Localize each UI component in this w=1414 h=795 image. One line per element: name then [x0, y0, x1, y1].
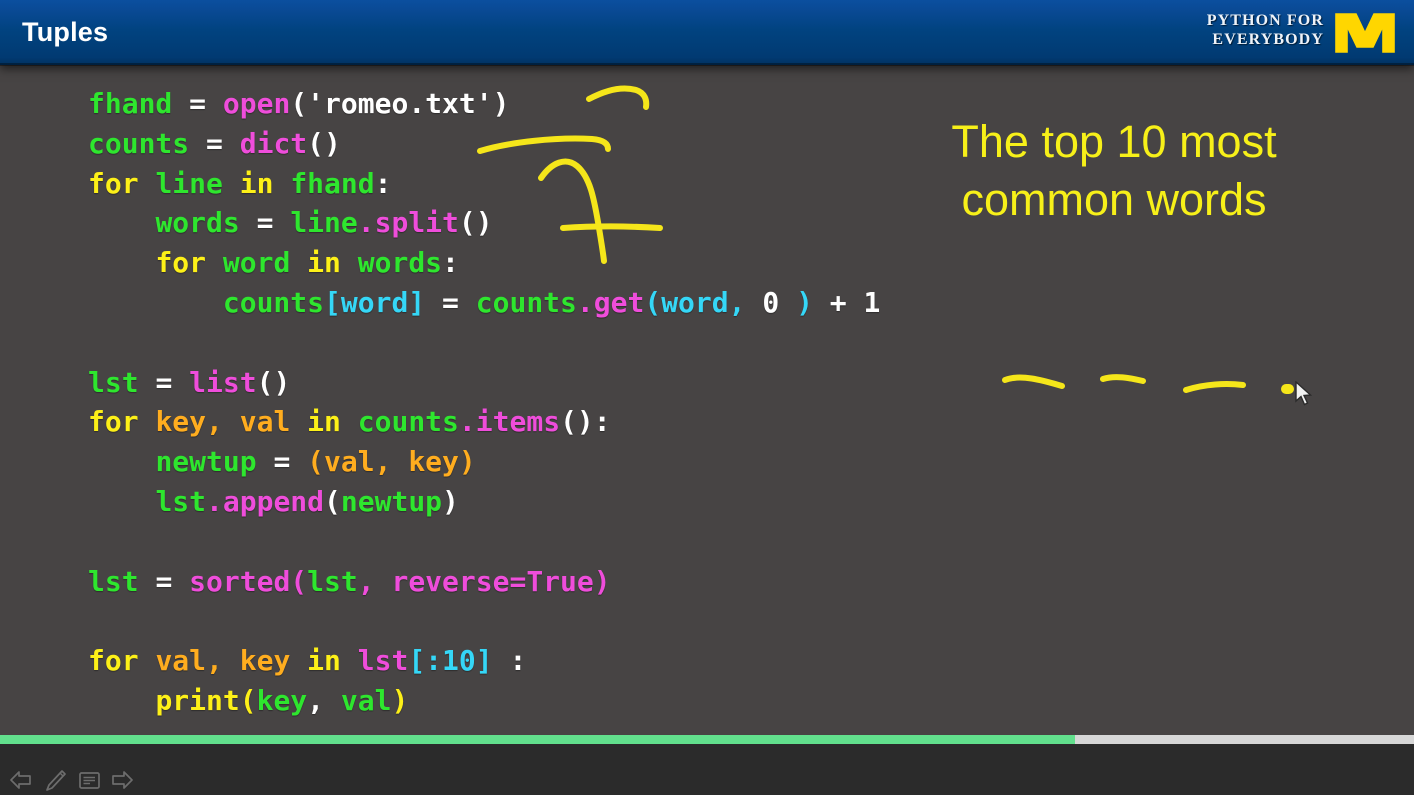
brand-wordmark: PYTHON FOR EVERYBODY — [1207, 12, 1324, 50]
brand-line-2: EVERYBODY — [1212, 30, 1324, 48]
pencil-icon[interactable] — [42, 768, 69, 792]
page-title: Tuples — [22, 17, 109, 47]
ink-annotation-layer — [477, 85, 1294, 394]
brand-line-1: PYTHON FOR — [1206, 12, 1324, 29]
title-bar-shadow — [0, 63, 1414, 66]
mouse-cursor-icon — [1295, 381, 1313, 406]
note-icon[interactable] — [76, 768, 103, 792]
slide-footer — [0, 735, 1414, 795]
michigan-m-logo-icon — [1335, 13, 1395, 53]
dash-3 — [1183, 381, 1246, 393]
dash-1 — [1002, 374, 1065, 389]
progress-fill — [0, 735, 1075, 744]
arrow-left-icon[interactable] — [8, 768, 35, 792]
underline-under-dict — [477, 135, 611, 154]
arrow-right-icon[interactable] — [110, 768, 137, 792]
hook-curve-split — [538, 158, 607, 264]
slide-canvas: Tuples PYTHON FOR EVERYBODY fhand = open… — [0, 0, 1414, 795]
dash-2 — [1100, 374, 1146, 384]
slide-toolbar — [8, 768, 137, 792]
slide-title-bar: Tuples PYTHON FOR EVERYBODY — [0, 0, 1414, 65]
tick-above-open-call — [586, 85, 650, 110]
crossbar-split — [560, 223, 663, 231]
